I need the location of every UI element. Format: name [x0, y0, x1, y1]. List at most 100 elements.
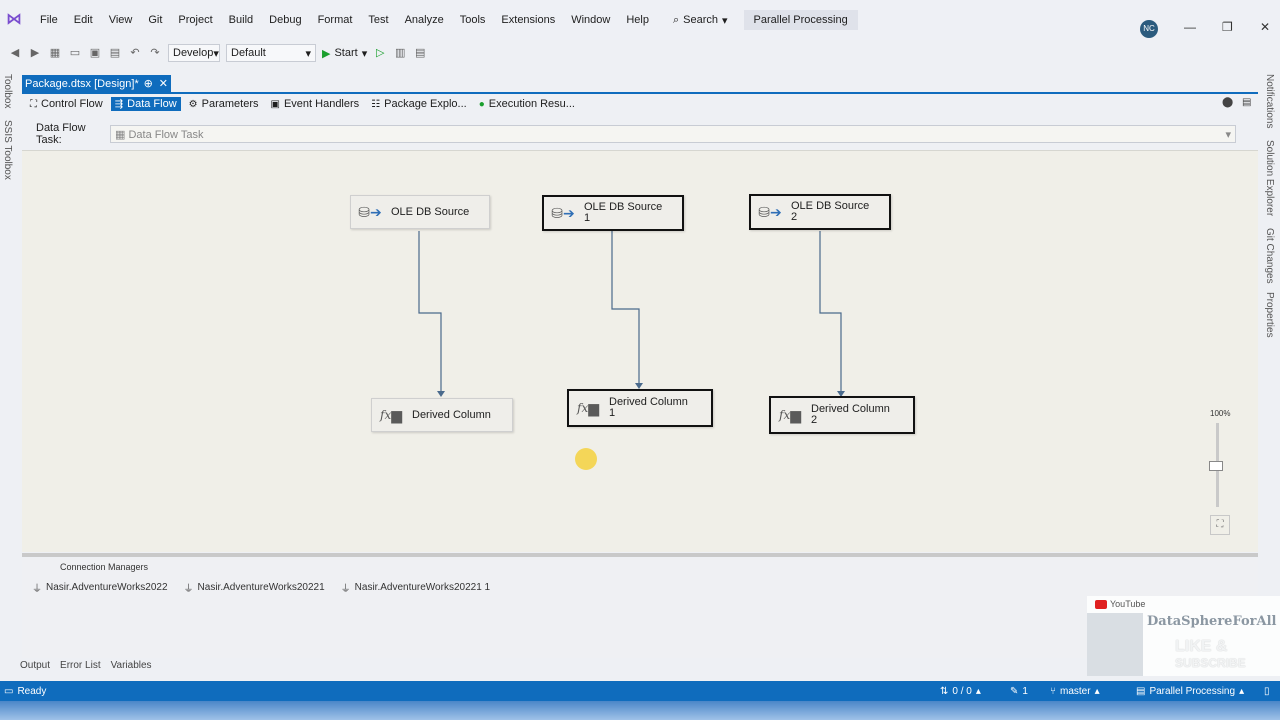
- derived-column-2-node[interactable]: fx ▆ Derived Column 2: [769, 396, 915, 434]
- toolbox-tab[interactable]: Toolbox: [2, 74, 13, 108]
- tab-event-handlers[interactable]: ▣ Event Handlers: [267, 97, 364, 111]
- menu-project[interactable]: Project: [170, 10, 220, 30]
- data-flow-task-value: Data Flow Task: [128, 128, 204, 141]
- menu-edit[interactable]: Edit: [66, 10, 101, 30]
- menu-test[interactable]: Test: [360, 10, 396, 30]
- layout-icon[interactable]: ▤: [413, 46, 427, 60]
- tab-variables[interactable]: Variables: [111, 660, 152, 671]
- git-changes-tab[interactable]: Git Changes: [1264, 228, 1275, 284]
- connection-manager-item[interactable]: ⏚ Nasir.AdventureWorks20221: [184, 580, 325, 595]
- solution-explorer-tab[interactable]: Solution Explorer: [1264, 140, 1275, 216]
- undo-icon[interactable]: ↶: [128, 46, 142, 60]
- git-sync-status[interactable]: ⇅ 0 / 0 ▴: [940, 681, 981, 701]
- ssis-toolbox-tab[interactable]: SSIS Toolbox: [2, 120, 13, 180]
- menu-format[interactable]: Format: [310, 10, 361, 30]
- title-bar: ⋈ File Edit View Git Project Build Debug…: [0, 0, 1280, 40]
- zoom-slider-handle[interactable]: [1209, 461, 1223, 471]
- pending-changes-status[interactable]: ✎ 1: [1010, 681, 1028, 701]
- mouse-pointer-highlight: [575, 448, 597, 470]
- connection-manager-item[interactable]: ⏚ Nasir.AdventureWorks2022: [32, 580, 168, 595]
- ole-db-source-1-node[interactable]: ⛁ ➔ OLE DB Source 1: [542, 195, 684, 231]
- derived-column-1-node[interactable]: fx ▆ Derived Column 1: [567, 389, 713, 427]
- configuration-value: Develop: [173, 47, 214, 59]
- ole-db-source-node[interactable]: ⛁ ➔ OLE DB Source: [350, 195, 490, 229]
- node-label-suffix: 1: [609, 407, 616, 419]
- start-button[interactable]: ▶ Start ▾: [322, 47, 367, 60]
- data-flow-canvas[interactable]: ⛁ ➔ OLE DB Source ⛁ ➔ OLE DB Source 1 ⛁ ➔ OL…: [22, 150, 1258, 552]
- node-label: OLE DB Source: [391, 205, 470, 218]
- avatar[interactable]: NC: [1140, 20, 1158, 38]
- connection-manager-item[interactable]: ⏚ Nasir.AdventureWorks20221 1: [341, 580, 490, 595]
- configuration-select[interactable]: Develop ▾: [168, 44, 220, 62]
- zoom-toolbar-icon[interactable]: ⬤: [1222, 97, 1233, 108]
- pane-splitter[interactable]: [22, 553, 1258, 557]
- database-source-icon: ⛁ ➔: [551, 204, 575, 221]
- menu-file[interactable]: File: [32, 10, 66, 30]
- execution-results-icon: ●: [478, 98, 485, 110]
- close-tab-icon[interactable]: ✕: [159, 77, 168, 90]
- node-label: Derived Column: [609, 396, 688, 408]
- chevron-down-icon: ▾: [213, 47, 219, 60]
- visual-studio-logo-icon[interactable]: ⋈: [2, 8, 26, 32]
- chevron-down-icon: ▾: [722, 14, 728, 27]
- solution-name: Parallel Processing: [743, 10, 858, 30]
- derived-column-fx-icon: fx ▆: [380, 406, 402, 423]
- database-source-icon: ⛁ ➔: [758, 203, 782, 220]
- menu-help[interactable]: Help: [618, 10, 657, 30]
- back-icon[interactable]: ◀: [8, 46, 22, 60]
- properties-tab[interactable]: Properties: [1264, 292, 1275, 338]
- tab-parameters[interactable]: ⚙ Parameters: [185, 97, 263, 111]
- menu-extensions[interactable]: Extensions: [493, 10, 563, 30]
- bottom-tool-tabs: Output Error List Variables: [20, 660, 152, 671]
- document-tab-package[interactable]: Package.dtsx [Design]* ⊕ ✕: [22, 75, 171, 92]
- sync-arrows-icon: ⇅: [940, 685, 949, 697]
- platform-select[interactable]: Default ▾: [226, 44, 316, 62]
- zoom-to-fit-icon[interactable]: ⛶: [1210, 515, 1230, 535]
- status-icon: ▭: [4, 685, 14, 697]
- save-all-icon[interactable]: ▤: [108, 46, 122, 60]
- search-box[interactable]: ⌕ Search ▾: [667, 14, 734, 27]
- status-text: Ready: [17, 685, 47, 697]
- data-flow-task-select[interactable]: ▦ Data Flow Task ▾: [110, 125, 1236, 143]
- tab-error-list[interactable]: Error List: [60, 660, 101, 671]
- menu-build[interactable]: Build: [221, 10, 261, 30]
- open-folder-icon[interactable]: ▭: [68, 46, 82, 60]
- search-label: Search: [683, 14, 719, 26]
- tab-execution-results[interactable]: ● Execution Resu...: [475, 97, 579, 111]
- variables-window-icon[interactable]: ▤: [1242, 97, 1251, 108]
- notifications-tab[interactable]: Notifications: [1264, 74, 1275, 128]
- menu-view[interactable]: View: [101, 10, 141, 30]
- repository-status[interactable]: ▤ Parallel Processing ▴: [1136, 681, 1244, 701]
- tab-package-explorer[interactable]: ☷ Package Explo...: [367, 97, 471, 111]
- toolbox-icon[interactable]: ▥: [393, 46, 407, 60]
- notifications-bell-icon[interactable]: ▯: [1264, 681, 1270, 701]
- data-path-arrow: [611, 231, 640, 385]
- restore-icon[interactable]: ❐: [1222, 20, 1233, 34]
- menu-analyze[interactable]: Analyze: [397, 10, 452, 30]
- chevron-down-icon: ▾: [1225, 128, 1231, 141]
- tab-data-flow[interactable]: ⇶ Data Flow: [110, 97, 181, 111]
- forward-icon[interactable]: ▶: [28, 46, 42, 60]
- tab-output[interactable]: Output: [20, 660, 50, 671]
- youtube-label: YouTube: [1110, 599, 1146, 609]
- database-source-icon: ⛁ ➔: [358, 203, 382, 220]
- branch-status[interactable]: ⑂ master ▴: [1050, 681, 1100, 701]
- connection-manager-name: Nasir.AdventureWorks2022: [46, 582, 168, 593]
- pin-icon[interactable]: ⊕: [144, 77, 153, 90]
- menu-git[interactable]: Git: [140, 10, 170, 30]
- minimize-icon[interactable]: —: [1184, 20, 1196, 34]
- redo-icon[interactable]: ↷: [148, 46, 162, 60]
- menu-tools[interactable]: Tools: [452, 10, 494, 30]
- connection-managers-list: ⏚ Nasir.AdventureWorks2022 ⏚ Nasir.Adven…: [32, 580, 490, 595]
- tab-control-flow[interactable]: ⛶ Control Flow: [26, 97, 107, 111]
- new-project-icon[interactable]: ▦: [48, 46, 62, 60]
- save-icon[interactable]: ▣: [88, 46, 102, 60]
- menu-debug[interactable]: Debug: [261, 10, 309, 30]
- close-icon[interactable]: ✕: [1260, 20, 1270, 34]
- derived-column-node[interactable]: fx ▆ Derived Column: [371, 398, 513, 432]
- menu-window[interactable]: Window: [563, 10, 618, 30]
- ole-db-source-2-node[interactable]: ⛁ ➔ OLE DB Source 2: [749, 194, 891, 230]
- right-tool-strip: Notifications Solution Explorer Git Chan…: [1262, 70, 1280, 680]
- pencil-icon: ✎: [1010, 685, 1019, 697]
- start-without-debugging-icon[interactable]: ▷: [373, 46, 387, 60]
